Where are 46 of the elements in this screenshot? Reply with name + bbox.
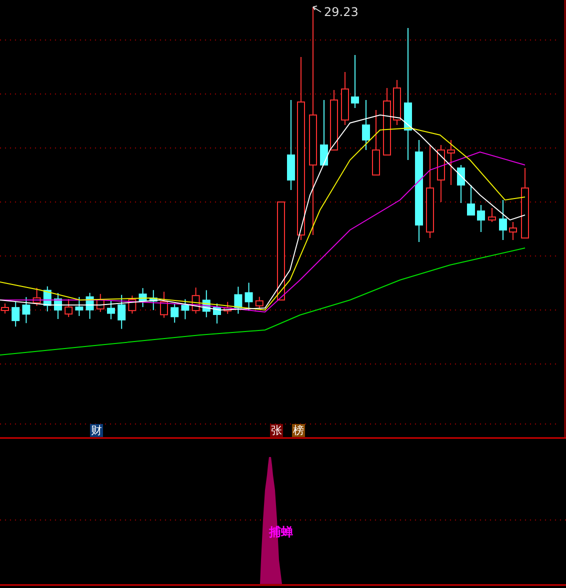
candlestick (457, 164, 465, 204)
candlestick (96, 293, 104, 312)
candlestick (107, 300, 115, 320)
signal-marker: 张 (270, 424, 283, 437)
candlestick (477, 204, 485, 232)
candlestick (499, 200, 507, 240)
candlestick (149, 290, 158, 311)
candlestick (488, 208, 496, 222)
candlestick (521, 168, 529, 238)
candlestick (12, 301, 20, 328)
candlestick (437, 144, 445, 202)
signal-marker: 榜 (292, 424, 305, 437)
candlestick (181, 298, 190, 320)
candlestick (372, 110, 380, 176)
candlestick (234, 286, 242, 314)
candlestick (509, 222, 517, 240)
candlestick (383, 88, 391, 156)
candlestick (244, 282, 253, 312)
candlestick (138, 288, 147, 308)
candlestick (43, 286, 52, 312)
candlestick (213, 302, 221, 324)
candlestick (467, 184, 475, 216)
candlestick (224, 301, 232, 314)
candlestick (320, 100, 328, 166)
candlestick (54, 292, 62, 320)
candlestick (362, 100, 370, 150)
candlestick (86, 292, 94, 320)
candlestick (393, 80, 401, 126)
peak-arrow-icon (312, 6, 322, 12)
candlestick (341, 72, 349, 126)
candlestick (128, 295, 136, 314)
candlestick (447, 140, 455, 186)
candlestick (64, 298, 73, 318)
candlestick (118, 294, 126, 330)
candlestick (351, 54, 359, 108)
peak-price-label: 29.23 (324, 5, 358, 19)
candlestick (22, 296, 30, 324)
candlestick (32, 287, 41, 306)
candlestick (160, 291, 168, 318)
candlestick (192, 287, 200, 314)
candlestick (330, 90, 338, 150)
candlestick (255, 296, 264, 310)
candlestick (170, 303, 179, 324)
candlestick (202, 290, 210, 318)
signal-marker: 财 (90, 424, 103, 437)
candlestick (75, 296, 84, 316)
